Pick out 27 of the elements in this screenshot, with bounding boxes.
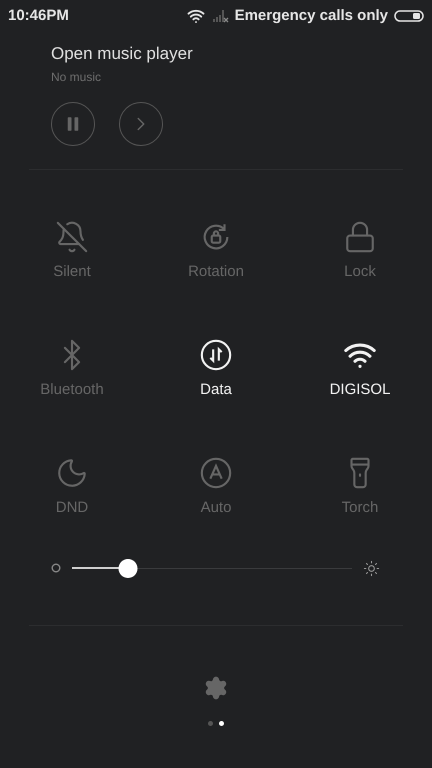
quick-toggle[interactable]: Auto — [144, 456, 288, 516]
clock-time: 10:46PM — [8, 6, 69, 26]
quick-toggle[interactable]: Bluetooth — [0, 338, 144, 398]
next-button[interactable] — [119, 102, 163, 146]
brightness-slider[interactable] — [72, 558, 352, 578]
dim-icon — [51, 563, 61, 573]
quick-toggle[interactable]: Lock — [288, 220, 432, 280]
lock-icon — [343, 220, 377, 254]
quick-toggle[interactable]: Data — [144, 338, 288, 398]
quick-toggle[interactable]: DIGISOL — [288, 338, 432, 398]
battery-icon — [394, 10, 424, 22]
quick-toggle[interactable]: Rotation — [144, 220, 288, 280]
sun-icon — [363, 560, 380, 576]
pause-button[interactable] — [51, 102, 95, 146]
no-signal-icon — [210, 9, 229, 23]
music-subtitle: No music — [51, 69, 102, 86]
quick-toggle[interactable]: DND — [0, 456, 144, 516]
slider-thumb[interactable] — [118, 558, 138, 578]
data-arrows-icon — [199, 338, 233, 372]
auto-brightness-icon — [199, 456, 233, 490]
wifi-icon — [186, 7, 205, 25]
moon-icon — [55, 456, 89, 490]
carrier-text: Emergency calls only — [234, 6, 388, 26]
bell-off-icon — [55, 220, 89, 254]
music-title[interactable]: Open music player — [51, 44, 432, 64]
quick-toggle[interactable]: Torch — [288, 456, 432, 516]
quick-toggle[interactable]: Silent — [0, 220, 144, 280]
